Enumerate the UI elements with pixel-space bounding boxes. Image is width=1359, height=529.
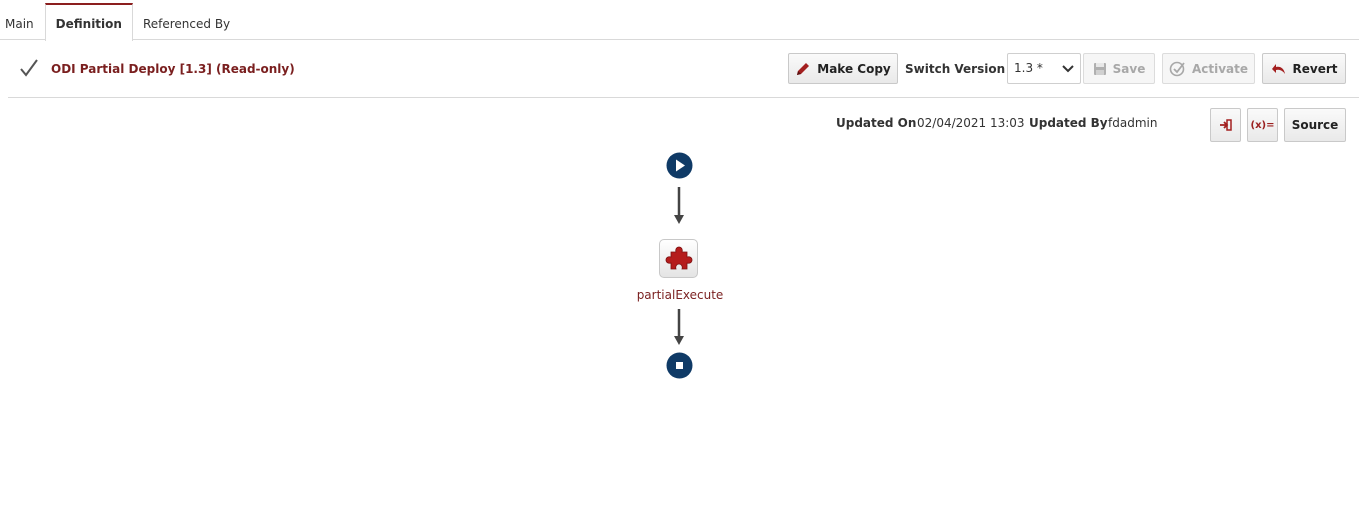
tab-bar: Main Definition Referenced By (0, 3, 1359, 41)
import-icon (1219, 119, 1232, 131)
updated-by-label: Updated By (1029, 116, 1108, 130)
activate-check-icon (1169, 61, 1185, 77)
floppy-disk-icon (1093, 62, 1106, 75)
header-divider (8, 97, 1359, 98)
updated-on-label: Updated On (836, 116, 917, 130)
tab-definition[interactable]: Definition (44, 3, 133, 41)
flow-arrow-down-icon (674, 309, 684, 345)
make-copy-label: Make Copy (817, 61, 891, 76)
source-label: Source (1291, 118, 1339, 132)
stop-icon[interactable] (666, 352, 693, 379)
page: Main Definition Referenced By ODI Partia… (0, 0, 1359, 529)
revert-label: Revert (1292, 61, 1338, 76)
task-label: partialExecute (636, 288, 724, 302)
version-select-value: 1.3 * (1014, 61, 1043, 75)
activate-label: Activate (1191, 61, 1249, 76)
chevron-down-icon (1062, 65, 1074, 73)
save-button[interactable]: Save (1083, 53, 1155, 84)
play-icon[interactable] (666, 152, 693, 179)
updated-by-value: fdadmin (1108, 116, 1158, 130)
checkmark-icon (20, 59, 38, 77)
source-button[interactable]: Source (1284, 108, 1346, 142)
activate-button[interactable]: Activate (1162, 53, 1255, 84)
variables-button[interactable]: (x)= (1247, 108, 1278, 142)
updated-on-value: 02/04/2021 13:03 (917, 116, 1025, 130)
puzzle-piece-icon (665, 246, 692, 269)
tab-main[interactable]: Main (0, 3, 45, 40)
pencil-icon (797, 62, 810, 75)
undo-arrow-icon (1271, 63, 1285, 74)
make-copy-button[interactable]: Make Copy (788, 53, 898, 84)
page-title: ODI Partial Deploy [1.3] (Read-only) (51, 62, 295, 76)
import-button[interactable] (1210, 108, 1241, 142)
tab-referenced-by[interactable]: Referenced By (133, 3, 240, 40)
flow-arrow-down-icon (674, 187, 684, 224)
variables-label: (x)= (1250, 119, 1275, 131)
save-label: Save (1112, 61, 1146, 76)
task-node[interactable] (659, 239, 698, 278)
switch-version-label: Switch Version (905, 62, 1006, 76)
version-select[interactable]: 1.3 * (1007, 53, 1081, 84)
revert-button[interactable]: Revert (1262, 53, 1346, 84)
